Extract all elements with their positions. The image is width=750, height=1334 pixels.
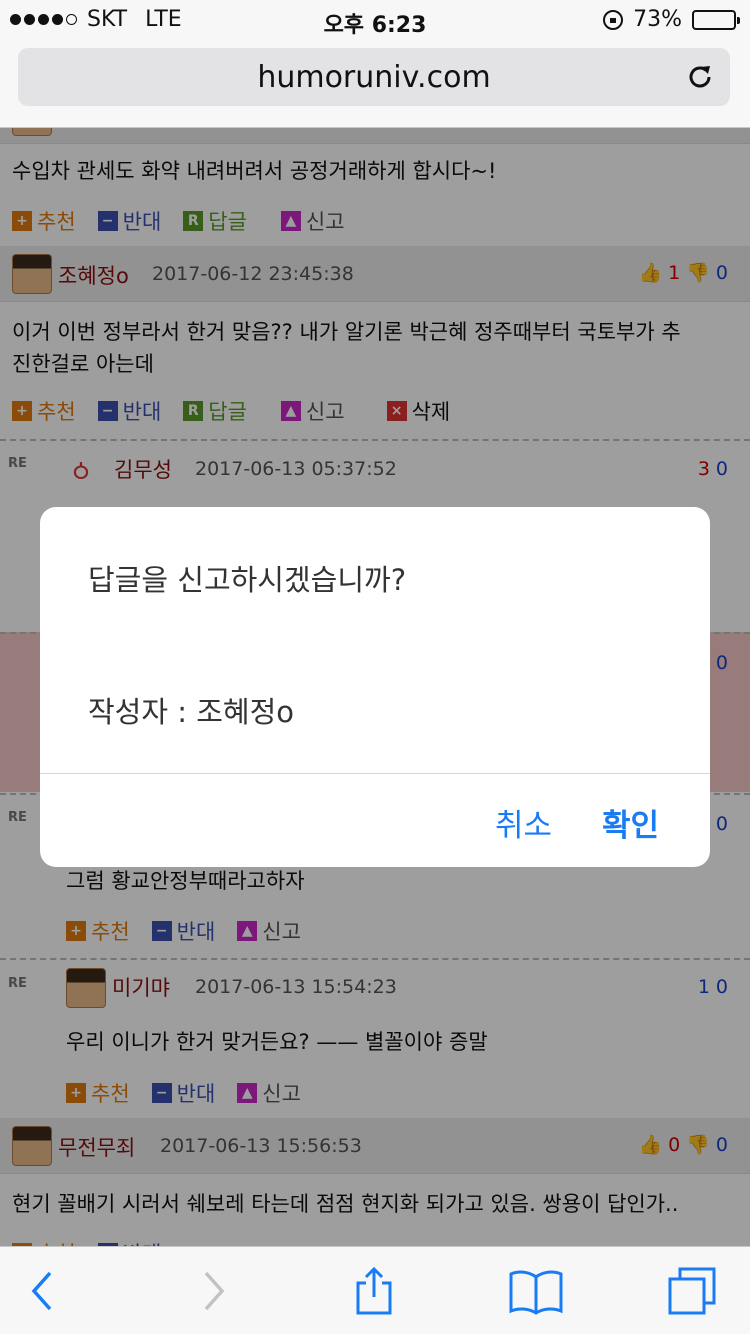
cancel-button[interactable]: 취소 bbox=[495, 800, 552, 845]
forward-icon[interactable] bbox=[186, 1265, 238, 1317]
bookmarks-icon[interactable] bbox=[508, 1265, 564, 1317]
tabs-icon[interactable] bbox=[666, 1265, 718, 1317]
status-right: 73% bbox=[603, 7, 740, 32]
browser-address-area: humoruniv.com bbox=[0, 40, 750, 128]
address-bar[interactable]: humoruniv.com bbox=[18, 48, 730, 106]
reload-icon[interactable] bbox=[684, 61, 716, 93]
status-bar: SKT LTE 오후 6:23 73% bbox=[0, 0, 750, 40]
back-icon[interactable] bbox=[18, 1265, 70, 1317]
dialog-message: 작성자 : 조혜정o bbox=[88, 695, 295, 729]
browser-toolbar bbox=[0, 1246, 750, 1334]
confirm-button[interactable]: 확인 bbox=[602, 800, 659, 845]
dialog-title: 답글을 신고하시겠습니까? bbox=[88, 563, 407, 597]
dialog-divider bbox=[40, 773, 710, 774]
url-text: humoruniv.com bbox=[257, 59, 491, 95]
battery-percent: 73% bbox=[633, 7, 682, 32]
battery-icon bbox=[692, 9, 740, 30]
report-confirm-dialog: 답글을 신고하시겠습니까? 작성자 : 조혜정o 취소 확인 bbox=[40, 507, 710, 867]
rotation-lock-icon bbox=[603, 9, 624, 30]
share-icon[interactable] bbox=[348, 1265, 400, 1317]
